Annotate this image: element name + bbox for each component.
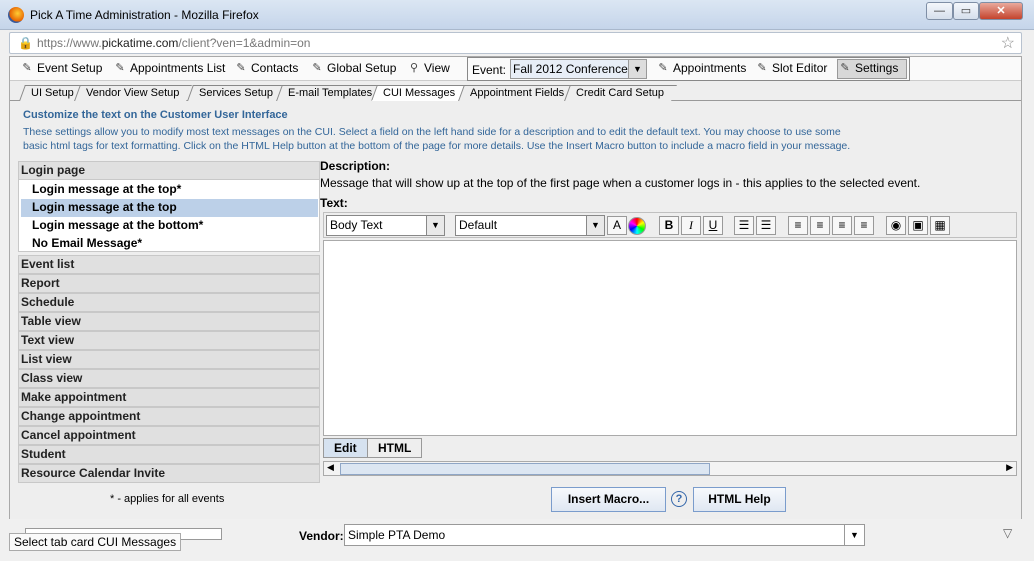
list-item[interactable]: Login message at the bottom* [21,217,318,235]
menu-appointments-list[interactable]: ✎ Appointments List [113,61,225,75]
color-wheel-icon[interactable] [628,217,646,235]
section-title: Customize the text on the Customer User … [23,109,288,121]
lock-icon: 🔒 [18,36,33,50]
horizontal-scrollbar[interactable]: ◀ ▶ [323,461,1017,476]
tab-appointment-fields[interactable]: Appointment Fields [458,85,578,101]
window-title: Pick A Time Administration - Mozilla Fir… [30,8,259,22]
underline-button[interactable]: U [703,216,723,235]
tab-settings-label: ✎ Settings [838,61,898,75]
appointments-icon: ✎ [658,61,668,74]
title-bar: Pick A Time Administration - Mozilla Fir… [0,0,1034,30]
text-label: Text: [320,196,348,210]
settings-icon: ✎ [840,61,850,74]
insert-macro-button[interactable]: Insert Macro... [551,487,666,512]
category-item[interactable]: Student [18,445,320,464]
applies-note: * - applies for all events [110,493,225,505]
align-justify-icon[interactable]: ≡ [854,216,874,235]
tab-credit-card-setup[interactable]: Credit Card Setup [564,85,677,101]
editor-toolbar: Body Text ▼ Default ▼ A B I U ☰ ☰ ≡ ≡ ≡ ≡ … [323,212,1017,238]
paragraph-style-select[interactable]: Body Text ▼ [326,215,445,236]
font-size-icon[interactable]: A [607,216,627,235]
vendor-label: Vendor: [299,529,344,543]
category-item[interactable]: Resource Calendar Invite [18,464,320,483]
scroll-right-icon[interactable]: ▶ [1006,462,1013,473]
magnifier-icon: ⚲ [409,61,419,74]
category-login-page[interactable]: Login page [18,161,320,180]
message-field-list: Login page Login message at the top* Log… [18,161,320,483]
insert-table-icon[interactable]: ▦ [930,216,950,235]
event-setup-icon: ✎ [22,61,32,74]
align-left-icon[interactable]: ≡ [788,216,808,235]
login-page-list: Login message at the top* Login message … [18,179,320,252]
insert-image-icon[interactable]: ▣ [908,216,928,235]
chevron-down-icon[interactable]: ▼ [844,525,864,545]
event-select[interactable]: Fall 2012 Conferences ▼ [510,59,647,79]
category-item[interactable]: Text view [18,331,320,350]
category-item[interactable]: Table view [18,312,320,331]
category-item[interactable]: Change appointment [18,407,320,426]
menu-contacts[interactable]: ✎ Contacts [234,61,298,75]
list-item[interactable]: No Email Message* [21,235,318,253]
numbered-list-icon[interactable]: ☰ [756,216,776,235]
status-tooltip: Select tab card CUI Messages [9,533,182,551]
category-item[interactable]: Make appointment [18,388,320,407]
list-item[interactable]: Login message at the top* [21,181,318,199]
tab-services-setup[interactable]: Services Setup [187,85,286,101]
font-select[interactable]: Default ▼ [455,215,605,236]
scrollbar-thumb[interactable] [340,463,710,475]
maximize-button[interactable]: ▭ [953,2,979,20]
description-label: Description: [320,159,391,173]
tab-slot-editor[interactable]: ✎ Slot Editor [755,61,827,75]
address-bar[interactable]: 🔒 https://www.pickatime.com/client?ven=1… [9,32,1022,54]
vendor-select[interactable]: Simple PTA Demo ▼ [344,524,865,546]
help-icon[interactable]: ? [671,491,687,507]
italic-button[interactable]: I [681,216,701,235]
tab-vendor-view-setup[interactable]: Vendor View Setup [74,85,193,101]
tab-cui-messages[interactable]: CUI Messages [371,85,469,101]
menu-bar: ✎ Event Setup ✎ Appointments List ✎ Contact… [10,57,1021,81]
firefox-icon [8,7,24,23]
tab-edit[interactable]: Edit [323,438,368,458]
scroll-left-icon[interactable]: ◀ [327,462,334,473]
slot-editor-icon: ✎ [757,61,767,74]
url-text[interactable]: https://www.pickatime.com/client?ven=1&a… [37,36,310,50]
tab-html[interactable]: HTML [367,438,423,458]
description-text: Message that will show up at the top of … [320,176,921,190]
close-button[interactable]: ✕ [979,2,1023,20]
event-label: Event: [472,63,507,77]
category-item[interactable]: Class view [18,369,320,388]
appointments-list-icon: ✎ [115,61,125,74]
tab-appointments[interactable]: ✎ Appointments [656,61,746,75]
tab-email-templates[interactable]: E-mail Templates [276,85,386,101]
list-item-selected[interactable]: Login message at the top [21,199,318,217]
message-editor[interactable] [323,240,1017,436]
bullet-list-icon[interactable]: ☰ [734,216,754,235]
category-item[interactable]: Report [18,274,320,293]
bookmark-star-icon[interactable]: ☆ [1001,33,1015,53]
category-item[interactable]: Cancel appointment [18,426,320,445]
menu-event-setup[interactable]: ✎ Event Setup [20,61,102,75]
category-item[interactable]: Schedule [18,293,320,312]
status-bar: Select tab card CUI Messages Vendor: Sim… [0,519,1034,561]
category-item[interactable]: List view [18,350,320,369]
section-description: These settings allow you to modify most … [23,126,851,152]
contacts-icon: ✎ [236,61,246,74]
editor-mode-tabs: Edit HTML [323,438,1017,459]
link-globe-icon[interactable]: ◉ [886,216,906,235]
minimize-button[interactable]: — [926,2,953,20]
align-center-icon[interactable]: ≡ [810,216,830,235]
global-setup-icon: ✎ [312,61,322,74]
resize-grip-icon[interactable]: ▽ [1003,526,1012,540]
chevron-down-icon[interactable]: ▼ [628,60,646,78]
chevron-down-icon[interactable]: ▼ [426,216,444,235]
bold-button[interactable]: B [659,216,679,235]
category-item[interactable]: Event list [18,255,320,274]
app-frame: ✎ Event Setup ✎ Appointments List ✎ Contact… [9,56,1022,551]
menu-view[interactable]: ⚲ View [407,61,450,75]
html-help-button[interactable]: HTML Help [693,487,786,512]
sub-tab-bar: UI Setup Vendor View Setup Services Setu… [10,82,1021,101]
align-right-icon[interactable]: ≡ [832,216,852,235]
menu-global-setup[interactable]: ✎ Global Setup [310,61,396,75]
chevron-down-icon[interactable]: ▼ [586,216,604,235]
